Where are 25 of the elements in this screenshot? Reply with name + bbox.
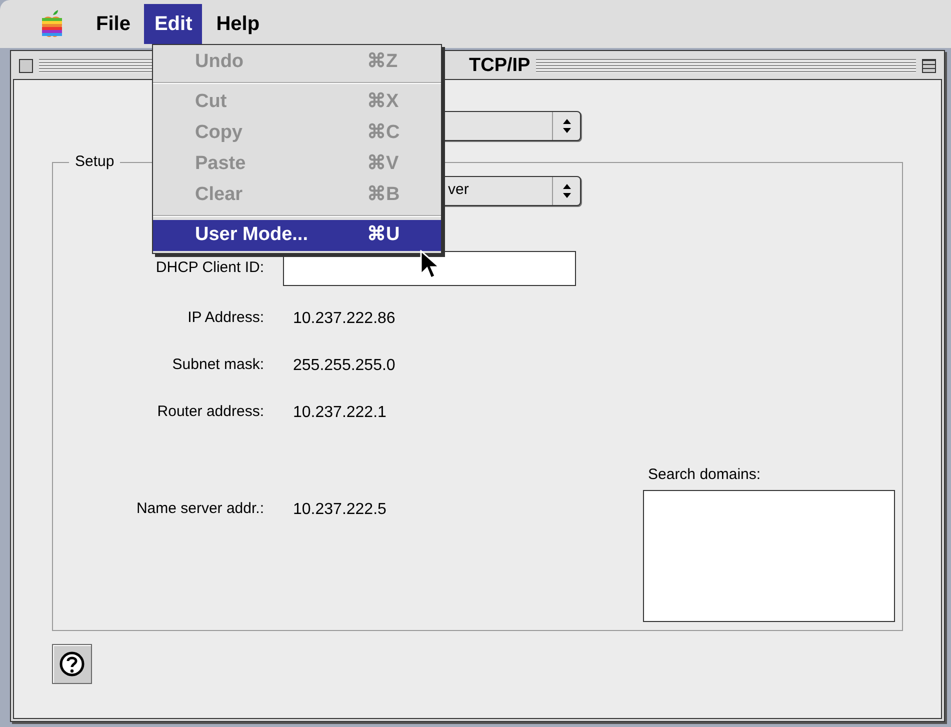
- window-title: TCP/IP: [469, 54, 530, 78]
- field-value: 10.237.222.5: [293, 500, 386, 520]
- field-value: 255.255.255.0: [293, 356, 396, 376]
- field-label: Search domains:: [648, 464, 762, 484]
- mouse-pointer-icon: [420, 250, 440, 280]
- zoom-box[interactable]: [922, 59, 936, 73]
- field-label: DHCP Client ID:: [154, 258, 264, 278]
- menu-item[interactable]: User Mode... ⌘U: [153, 220, 441, 251]
- up-down-arrows-icon: [562, 119, 570, 133]
- group-title: Setup: [74, 152, 116, 172]
- apple-logo-icon[interactable]: [40, 10, 64, 38]
- menu-title[interactable]: Help: [206, 4, 270, 44]
- close-box[interactable]: [19, 59, 33, 73]
- help-icon: [59, 651, 85, 677]
- search-domains-field[interactable]: [643, 490, 895, 622]
- help-button[interactable]: [52, 644, 92, 684]
- field-label: IP Address:: [186, 308, 264, 328]
- menu-title[interactable]: Edit: [144, 4, 202, 44]
- field-value: 10.237.222.1: [293, 402, 386, 422]
- menu-title[interactable]: File: [86, 4, 140, 44]
- field-label: Name server addr.:: [135, 499, 264, 520]
- up-down-arrows-icon: [562, 184, 570, 198]
- field-label: Router address:: [156, 402, 264, 422]
- field-label: Subnet mask:: [171, 355, 264, 376]
- field-value: 10.237.222.86: [293, 308, 396, 328]
